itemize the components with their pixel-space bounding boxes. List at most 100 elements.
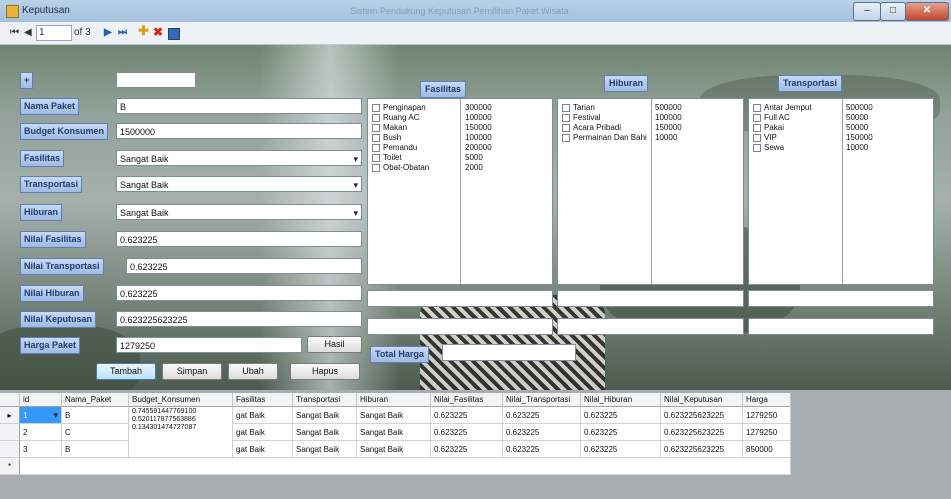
- column-header[interactable]: Fasilitas: [233, 393, 293, 407]
- transportasi-select[interactable]: Sangat Baik: [116, 176, 362, 192]
- nilai-keputusan-field[interactable]: 0.623225623225: [116, 311, 362, 327]
- nilai-hiburan-field[interactable]: 0.623225: [116, 285, 362, 301]
- column-header[interactable]: Harga: [743, 393, 791, 407]
- transportasi-value-field[interactable]: [748, 318, 934, 335]
- transportasi-subtotal-field[interactable]: [748, 290, 934, 307]
- move-previous-icon[interactable]: ◀: [24, 26, 32, 40]
- table-cell[interactable]: Sangat Baik: [357, 424, 431, 441]
- table-cell[interactable]: 0.623225: [431, 424, 503, 441]
- column-header[interactable]: Nama_Paket: [62, 393, 129, 407]
- new-row-header[interactable]: *: [0, 458, 20, 475]
- table-cell[interactable]: gat Baik: [233, 441, 293, 458]
- table-cell[interactable]: 850000: [743, 441, 791, 458]
- save-icon[interactable]: [168, 28, 180, 40]
- table-cell[interactable]: 0.623225623225: [661, 407, 743, 424]
- move-last-icon[interactable]: ⏭: [118, 26, 127, 40]
- fasilitas-item[interactable]: Makan: [372, 123, 407, 133]
- ubah-button[interactable]: Ubah: [228, 363, 278, 380]
- id-field[interactable]: [116, 72, 196, 88]
- table-cell[interactable]: 1279250: [743, 407, 791, 424]
- fasilitas-item[interactable]: Ruang AC: [372, 113, 419, 123]
- row-header[interactable]: [0, 441, 20, 458]
- table-cell[interactable]: Sangat Baik: [357, 441, 431, 458]
- new-row[interactable]: [20, 458, 791, 475]
- table-cell[interactable]: 0.623225: [503, 424, 581, 441]
- table-cell[interactable]: Sangat Baik: [293, 441, 357, 458]
- table-cell[interactable]: 3: [20, 441, 62, 458]
- table-cell[interactable]: 1: [20, 407, 62, 424]
- position-input[interactable]: 1: [36, 25, 72, 41]
- hiburan-value-field[interactable]: [557, 318, 744, 335]
- hiburan-item[interactable]: Tarian: [562, 103, 595, 113]
- add-new-icon[interactable]: ✚: [138, 24, 149, 38]
- table-cell[interactable]: B: [62, 407, 129, 424]
- hiburan-subtotal-field[interactable]: [557, 290, 744, 307]
- fasilitas-item[interactable]: Obat-Obatan: [372, 163, 429, 173]
- row-header[interactable]: ▸: [0, 407, 20, 424]
- table-cell[interactable]: 0.745591447769100 0.520117877563886 0.13…: [129, 407, 233, 458]
- table-cell[interactable]: 0.623225: [503, 441, 581, 458]
- column-header[interactable]: Transportasi: [293, 393, 357, 407]
- transportasi-item[interactable]: VIP: [753, 133, 777, 143]
- move-next-icon[interactable]: ▶: [104, 26, 112, 40]
- hapus-button[interactable]: Hapus: [290, 363, 360, 380]
- fasilitas-item[interactable]: Bush: [372, 133, 401, 143]
- column-header[interactable]: Nilai_Fasilitas: [431, 393, 503, 407]
- hiburan-select[interactable]: Sangat Baik: [116, 204, 362, 220]
- fasilitas-select[interactable]: Sangat Baik: [116, 150, 362, 166]
- transportasi-item[interactable]: Sewa: [753, 143, 784, 153]
- table-cell[interactable]: Sangat Baik: [357, 407, 431, 424]
- harga-paket-field[interactable]: 1279250: [116, 337, 302, 353]
- transportasi-item[interactable]: Full AC: [753, 113, 790, 123]
- column-header[interactable]: Hiburan: [357, 393, 431, 407]
- transportasi-item[interactable]: Pakai: [753, 123, 784, 133]
- column-header[interactable]: Nilai_Hiburan: [581, 393, 661, 407]
- table-cell[interactable]: gat Baik: [233, 407, 293, 424]
- table-cell[interactable]: 2: [20, 424, 62, 441]
- table-cell[interactable]: 0.623225623225: [661, 441, 743, 458]
- maximize-button[interactable]: □: [880, 2, 906, 21]
- row-header[interactable]: [0, 424, 20, 441]
- fasilitas-item[interactable]: Pemandu: [372, 143, 417, 153]
- simpan-button[interactable]: Simpan: [162, 363, 222, 380]
- move-first-icon[interactable]: ⏮: [10, 26, 19, 40]
- nama-paket-field[interactable]: B: [116, 98, 362, 114]
- close-button[interactable]: ✕: [905, 2, 949, 21]
- table-cell[interactable]: C: [62, 424, 129, 441]
- column-header[interactable]: Nilai_Keputusan: [661, 393, 743, 407]
- minimize-button[interactable]: –: [853, 2, 881, 21]
- delete-icon[interactable]: ✖: [153, 25, 163, 39]
- table-cell[interactable]: 0.623225623225: [661, 424, 743, 441]
- nilai-transportasi-field[interactable]: 0.623225: [126, 258, 362, 274]
- fasilitas-subtotal-field[interactable]: [367, 290, 553, 307]
- nilai-fasilitas-field[interactable]: 0.623225: [116, 231, 362, 247]
- table-cell[interactable]: 0.623225: [581, 424, 661, 441]
- fasilitas-value-field[interactable]: [367, 318, 553, 335]
- hiburan-item[interactable]: Festival: [562, 113, 601, 123]
- budget-field[interactable]: 1500000: [116, 123, 362, 139]
- fasilitas-item[interactable]: Penginapan: [372, 103, 426, 113]
- nama-paket-label: Nama Paket: [20, 98, 80, 115]
- table-cell[interactable]: B: [62, 441, 129, 458]
- table-cell[interactable]: gat Baik: [233, 424, 293, 441]
- table-cell[interactable]: 0.623225: [431, 441, 503, 458]
- table-cell[interactable]: 1279250: [743, 424, 791, 441]
- column-header[interactable]: id: [20, 393, 62, 407]
- transportasi-item[interactable]: Antar Jemput: [753, 103, 812, 113]
- tambah-button[interactable]: Tambah: [96, 363, 156, 380]
- hasil-button[interactable]: Hasil: [307, 336, 362, 353]
- column-header[interactable]: Budget_Konsumen: [129, 393, 233, 407]
- table-cell[interactable]: 0.623225: [581, 441, 661, 458]
- table-cell[interactable]: 0.623225: [431, 407, 503, 424]
- total-harga-field[interactable]: [442, 344, 576, 361]
- table-cell[interactable]: Sangat Baik: [293, 407, 357, 424]
- nilai-keputusan-label: Nilai Keputusan: [20, 311, 97, 328]
- table-cell[interactable]: 0.623225: [581, 407, 661, 424]
- table-cell[interactable]: 0.623225: [503, 407, 581, 424]
- hiburan-item[interactable]: Acara Pribadi: [562, 123, 621, 133]
- table-cell[interactable]: Sangat Baik: [293, 424, 357, 441]
- hiburan-item[interactable]: Permainan Dan Bahi: [562, 133, 647, 143]
- fasilitas-price: 300000: [465, 103, 492, 112]
- fasilitas-item[interactable]: Toilet: [372, 153, 402, 163]
- column-header[interactable]: Nilai_Transportasi: [503, 393, 581, 407]
